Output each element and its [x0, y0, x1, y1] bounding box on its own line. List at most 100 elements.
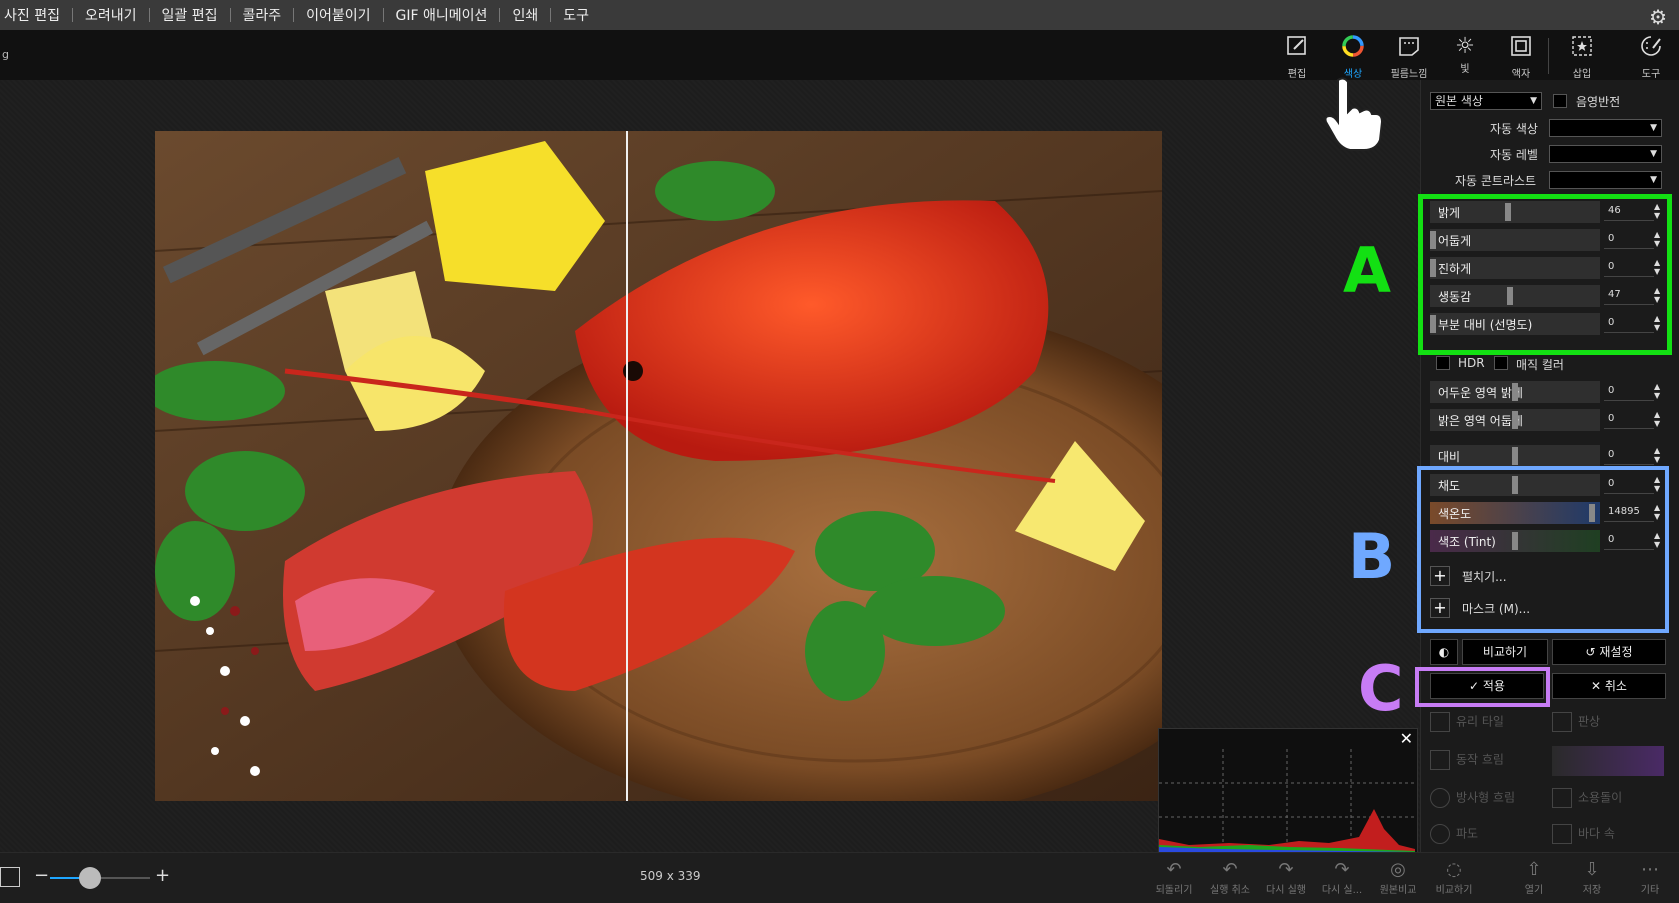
highlight-darken-value[interactable]: 0	[1604, 411, 1654, 429]
shadow-lighten-slider[interactable]: 어두운 영역 밝게 0 ▲ ▼	[1430, 381, 1664, 403]
frame-icon	[1497, 34, 1545, 65]
shadow-lighten-value[interactable]: 0	[1604, 383, 1654, 401]
wave-icon	[1430, 824, 1450, 844]
effect-radial-blur[interactable]: 방사형 흐림	[1430, 788, 1515, 808]
tool-insert[interactable]: 삽입	[1558, 34, 1606, 80]
tool-edit[interactable]: 편집	[1273, 34, 1321, 80]
compare-button[interactable]: ◌ 비교하기	[1427, 859, 1481, 896]
pointer-hand-icon	[1320, 74, 1390, 158]
open-icon: ⇧	[1526, 859, 1542, 880]
auto-color-select[interactable]: ▼	[1549, 119, 1662, 137]
underwater-icon	[1552, 824, 1572, 844]
menu-collage[interactable]: 콜라주	[231, 5, 294, 25]
top-toolbar: g 편집 색상 필름느낌 ☼ 빛 액자 삽입 도구	[0, 30, 1679, 80]
hdr-checkbox[interactable]	[1436, 356, 1450, 370]
swirl-icon	[1552, 788, 1572, 808]
slider-knob[interactable]	[1512, 447, 1518, 465]
gear-icon[interactable]: ⚙	[1649, 5, 1667, 29]
effect-underwater[interactable]: 바다 속	[1552, 824, 1615, 844]
split-view-button[interactable]: ◐	[1430, 639, 1458, 665]
bottom-bar: − + 509 x 339 ↶ 되돌리기 ↶ 실행 취소 ↷ 다시 실행 ↷ 다시 실.…	[0, 852, 1679, 903]
toolbar-separator	[1548, 38, 1549, 74]
motion-blur-icon	[1430, 750, 1450, 770]
auto-contrast-select[interactable]: ▼	[1549, 171, 1662, 189]
auto-contrast-label: 자동 콘트라스트	[1455, 174, 1537, 188]
spinner-icon[interactable]: ▲ ▼	[1654, 410, 1660, 428]
compare-split-line[interactable]	[626, 131, 628, 801]
more-button[interactable]: ⋯ 기타	[1623, 859, 1677, 896]
color-wheel-icon	[1329, 34, 1377, 65]
undo-all-button[interactable]: ↶ 되돌리기	[1147, 859, 1201, 896]
glass-tile-icon	[1430, 712, 1450, 732]
effect-glass-tile[interactable]: 유리 타일	[1430, 712, 1504, 732]
undo-icon: ↶	[1222, 859, 1238, 880]
insert-icon	[1558, 34, 1606, 65]
invert-checkbox[interactable]	[1553, 94, 1567, 108]
save-button[interactable]: ⇩ 저장	[1565, 859, 1619, 896]
zoom-slider-knob[interactable]	[79, 867, 101, 889]
effect-motion-blur[interactable]: 동작 흐림	[1430, 750, 1504, 770]
menu-tools[interactable]: 도구	[551, 5, 601, 25]
effect-wave[interactable]: 파도	[1430, 824, 1478, 844]
menu-batch-edit[interactable]: 일괄 편집	[150, 5, 230, 25]
slider-knob[interactable]	[1512, 411, 1518, 429]
highlight-box-a	[1418, 194, 1672, 355]
invert-label: 음영반전	[1576, 95, 1621, 109]
highlight-darken-slider[interactable]: 밝은 영역 어둡게 0 ▲ ▼	[1430, 409, 1664, 431]
menu-cutout[interactable]: 오려내기	[73, 5, 149, 25]
spinner-icon[interactable]: ▲ ▼	[1654, 446, 1660, 464]
open-button[interactable]: ⇧ 열기	[1507, 859, 1561, 896]
menu-photo-edit[interactable]: 사진 편집	[0, 5, 72, 25]
menu-bar: 사진 편집 오려내기 일괄 편집 콜라주 이어붙이기 GIF 애니메이션 인쇄 …	[0, 0, 1679, 30]
compare-original-icon: ◎	[1390, 859, 1406, 880]
hdr-label: HDR	[1458, 356, 1485, 370]
auto-color-label: 자동 색상	[1490, 122, 1538, 136]
split-view-icon: ◐	[1438, 645, 1450, 659]
redo-all-button[interactable]: ↷ 다시 실...	[1315, 859, 1369, 896]
auto-level-select[interactable]: ▼	[1549, 145, 1662, 163]
highlight-box-b	[1417, 466, 1669, 633]
tool-light[interactable]: ☼ 빛	[1441, 34, 1489, 75]
effect-plate[interactable]: 판상	[1552, 712, 1600, 732]
slider-knob[interactable]	[1512, 383, 1518, 401]
magic-color-label: 매직 컬러	[1516, 358, 1564, 372]
radial-blur-icon	[1430, 788, 1450, 808]
effect-swirl[interactable]: 소용돌이	[1552, 788, 1622, 808]
histogram-graph	[1159, 749, 1415, 853]
more-icon: ⋯	[1641, 859, 1659, 880]
edit-icon	[1273, 34, 1321, 65]
photo-preview[interactable]	[155, 131, 1162, 801]
menu-combine[interactable]: 이어붙이기	[294, 5, 382, 25]
magic-color-checkbox[interactable]	[1494, 356, 1508, 370]
compare-original-button[interactable]: ◎ 원본비교	[1371, 859, 1425, 896]
zoom-in-button[interactable]: +	[155, 865, 170, 886]
tool-tools[interactable]: 도구	[1627, 34, 1675, 80]
plate-icon	[1552, 712, 1572, 732]
menu-print[interactable]: 인쇄	[500, 5, 550, 25]
auto-level-label: 자동 레벨	[1490, 148, 1538, 162]
tool-film[interactable]: 필름느낌	[1385, 34, 1433, 80]
compare-panel-button[interactable]: 비교하기	[1462, 639, 1548, 665]
fit-screen-icon[interactable]	[0, 867, 20, 887]
zoom-out-button[interactable]: −	[34, 865, 49, 886]
tools-icon	[1627, 34, 1675, 65]
color-mode-select[interactable]: 원본 색상 ▼	[1430, 92, 1542, 110]
close-icon: ✕	[1591, 679, 1605, 693]
histogram-panel: ✕	[1158, 728, 1418, 854]
contrast-value[interactable]: 0	[1604, 447, 1654, 465]
spinner-icon[interactable]: ▲ ▼	[1654, 382, 1660, 400]
redo-button[interactable]: ↷ 다시 실행	[1259, 859, 1313, 896]
close-icon[interactable]: ✕	[1400, 729, 1413, 748]
undo-button[interactable]: ↶ 실행 취소	[1203, 859, 1257, 896]
menu-gif-animation[interactable]: GIF 애니메이션	[384, 5, 500, 25]
annotation-letter-a: A	[1343, 234, 1391, 307]
tool-frame[interactable]: 액자	[1497, 34, 1545, 80]
contrast-slider[interactable]: 대비 0 ▲ ▼	[1430, 445, 1664, 467]
compare-icon: ◌	[1446, 859, 1462, 880]
effect-highlighted[interactable]	[1552, 746, 1664, 776]
highlight-box-c	[1415, 667, 1550, 707]
light-icon: ☼	[1455, 34, 1475, 59]
redo-all-icon: ↷	[1334, 859, 1350, 880]
cancel-button[interactable]: ✕ 취소	[1552, 673, 1666, 699]
reset-button[interactable]: ↺ 재설정	[1552, 639, 1666, 665]
